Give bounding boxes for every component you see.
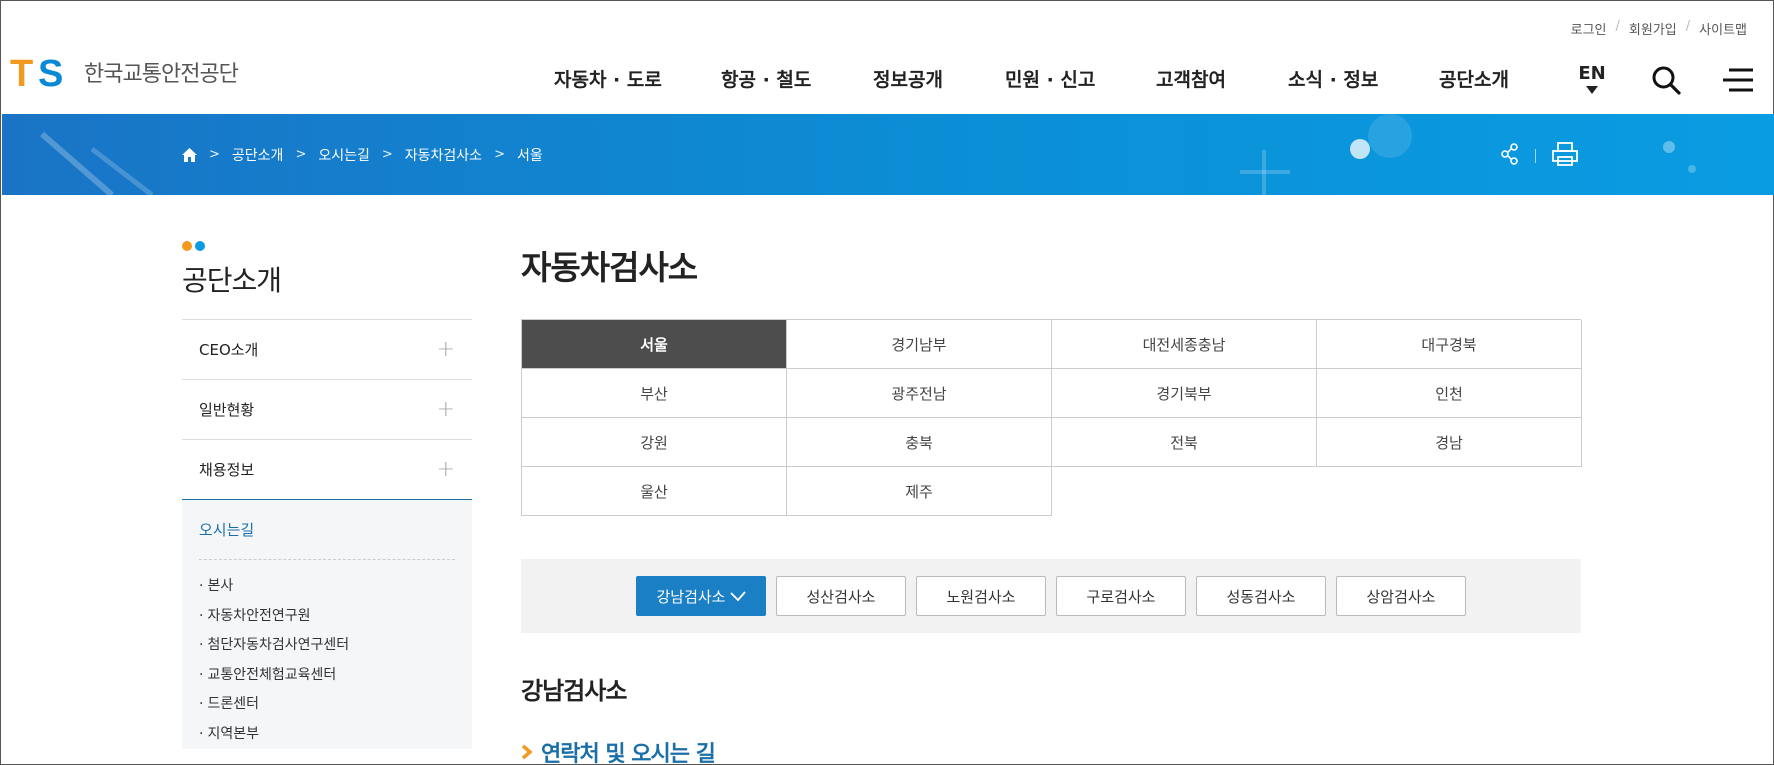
- breadcrumb: > 공단소개 > 오시는길 > 자동차검사소 > 서울: [182, 114, 543, 195]
- sidebar-item-label: 채용정보: [199, 461, 255, 479]
- sidebar-item-general[interactable]: 일반현황 +: [182, 380, 472, 440]
- search-button[interactable]: [1651, 65, 1681, 95]
- gnb-item-about[interactable]: 공단소개: [1439, 65, 1509, 95]
- sidebar-sublist: 본사 자동차안전연구원 첨단자동차검사연구센터 교통안전체험교육센터 드론센터 …: [199, 560, 455, 749]
- section-heading: 연락처 및 오시는 길: [521, 736, 1581, 765]
- region-tab[interactable]: 부산: [522, 369, 787, 418]
- region-tab[interactable]: 인천: [1317, 369, 1582, 418]
- region-tab[interactable]: 전북: [1052, 418, 1317, 467]
- gnb-item-customer[interactable]: 고객참여: [1156, 65, 1226, 95]
- region-tab[interactable]: 광주전남: [787, 369, 1052, 418]
- gnb-item-info-disclosure[interactable]: 정보공개: [873, 65, 943, 95]
- breadcrumb-item[interactable]: 자동차검사소: [405, 145, 482, 165]
- region-tab[interactable]: 경남: [1317, 418, 1582, 467]
- org-name: 한국교통안전공단: [84, 62, 239, 87]
- chevron-right-icon: >: [209, 147, 220, 162]
- station-tab-label: 강남검사소: [656, 587, 726, 606]
- all-menu-button[interactable]: [1721, 67, 1755, 93]
- hamburger-menu-icon: [1723, 68, 1753, 92]
- breadcrumb-item[interactable]: 공단소개: [232, 145, 284, 165]
- join-link[interactable]: 회원가입: [1629, 19, 1677, 38]
- station-tab-gangnam[interactable]: 강남검사소: [636, 576, 766, 616]
- region-tab[interactable]: 대전세종충남: [1052, 320, 1317, 369]
- sidebar-subitem[interactable]: 본사: [199, 572, 455, 602]
- region-empty-cell: [1052, 467, 1317, 516]
- sidebar-subitem[interactable]: 자동차안전연구원: [199, 602, 455, 632]
- station-tab[interactable]: 구로검사소: [1056, 576, 1186, 616]
- section-heading-label: 연락처 및 오시는 길: [541, 742, 716, 765]
- caret-down-icon: [1586, 86, 1598, 94]
- breadcrumb-item-current[interactable]: 서울: [517, 145, 543, 165]
- sidebar-subitem[interactable]: 드론센터: [199, 690, 455, 720]
- gnb-item-air-rail[interactable]: 항공 · 철도: [721, 65, 811, 95]
- sitemap-link[interactable]: 사이트맵: [1699, 19, 1747, 38]
- sidebar-item-recruit[interactable]: 채용정보 +: [182, 440, 472, 500]
- sub-visual-banner: > 공단소개 > 오시는길 > 자동차검사소 > 서울: [2, 114, 1774, 195]
- page-title: 자동차검사소: [521, 248, 698, 287]
- print-button[interactable]: [1552, 142, 1578, 170]
- region-tab[interactable]: 대구경북: [1317, 320, 1582, 369]
- sidebar-title: 공단소개: [182, 264, 282, 297]
- gnb-item-civil-report[interactable]: 민원 · 신고: [1005, 65, 1095, 95]
- station-tab[interactable]: 성동검사소: [1196, 576, 1326, 616]
- region-empty-cell: [1317, 467, 1582, 516]
- gnb-item-car-road[interactable]: 자동차 · 도로: [554, 65, 662, 95]
- sidebar-item-ceo[interactable]: CEO소개 +: [182, 320, 472, 380]
- home-icon[interactable]: [182, 147, 197, 162]
- divider: [1535, 149, 1536, 163]
- print-icon: [1552, 142, 1578, 166]
- chevron-right-icon: >: [494, 147, 505, 162]
- plus-icon: +: [436, 397, 455, 422]
- dot-orange: [182, 241, 192, 251]
- chevron-right-icon: >: [381, 147, 393, 162]
- sidebar-item-label: CEO소개: [199, 341, 259, 359]
- banner-tools: [1501, 142, 1578, 170]
- plus-icon: +: [436, 337, 455, 362]
- station-heading: 강남검사소: [521, 677, 627, 705]
- logo-s: S: [38, 53, 64, 95]
- sidebar-nav: 공단소개 CEO소개 + 일반현황 + 채용정보 + 오시는길 본사 자동차안전…: [182, 241, 472, 749]
- breadcrumb-item[interactable]: 오시는길: [318, 145, 370, 165]
- search-icon: [1652, 66, 1681, 95]
- station-tab[interactable]: 상암검사소: [1336, 576, 1466, 616]
- title-dots: [182, 241, 472, 251]
- separator: /: [1685, 19, 1691, 34]
- main-content: 자동차검사소 서울 경기남부 대전세종충남 대구경북 부산 광주전남 경기북부 …: [521, 241, 1582, 765]
- region-tab[interactable]: 강원: [522, 418, 787, 467]
- chevron-right-icon: >: [295, 147, 307, 162]
- sidebar-active-title[interactable]: 오시는길: [199, 500, 455, 560]
- chevron-right-icon: [521, 744, 533, 760]
- region-tab[interactable]: 경기남부: [787, 320, 1052, 369]
- logo-t: T: [10, 53, 33, 95]
- ts-logo-mark: T S: [10, 53, 76, 95]
- sidebar-item-label: 일반현황: [199, 401, 255, 419]
- language-toggle[interactable]: EN: [1577, 63, 1607, 94]
- utility-nav: 로그인 / 회원가입 / 사이트맵: [1571, 19, 1747, 38]
- region-tab[interactable]: 충북: [787, 418, 1052, 467]
- sidebar-item-directions: 오시는길 본사 자동차안전연구원 첨단자동차검사연구센터 교통안전체험교육센터 …: [182, 499, 472, 749]
- share-button[interactable]: [1501, 143, 1519, 169]
- sidebar-list: CEO소개 + 일반현황 + 채용정보 + 오시는길 본사 자동차안전연구원 첨…: [182, 319, 472, 749]
- lang-label: EN: [1578, 63, 1606, 84]
- check-icon: [729, 591, 746, 602]
- dot-blue: [195, 241, 205, 251]
- station-tab[interactable]: 성산검사소: [776, 576, 906, 616]
- site-logo[interactable]: T S 한국교통안전공단: [10, 53, 239, 95]
- station-tab[interactable]: 노원검사소: [916, 576, 1046, 616]
- region-tab[interactable]: 울산: [522, 467, 787, 516]
- sidebar-subitem[interactable]: 첨단자동차검사연구센터: [199, 631, 455, 661]
- separator: /: [1615, 19, 1620, 34]
- region-tab-seoul[interactable]: 서울: [522, 320, 787, 369]
- region-tab[interactable]: 제주: [787, 467, 1052, 516]
- share-icon: [1501, 143, 1518, 165]
- region-tab[interactable]: 경기북부: [1052, 369, 1317, 418]
- plus-icon: +: [436, 457, 455, 482]
- station-tabs: 강남검사소 성산검사소 노원검사소 구로검사소 성동검사소 상암검사소: [521, 559, 1581, 633]
- gnb-item-news[interactable]: 소식 · 정보: [1288, 65, 1378, 95]
- login-link[interactable]: 로그인: [1571, 19, 1607, 38]
- sidebar-subitem[interactable]: 교통안전체험교육센터: [199, 661, 455, 691]
- sidebar-subitem[interactable]: 지역본부: [199, 720, 455, 750]
- region-tabs: 서울 경기남부 대전세종충남 대구경북 부산 광주전남 경기북부 인천 강원 충…: [521, 319, 1582, 516]
